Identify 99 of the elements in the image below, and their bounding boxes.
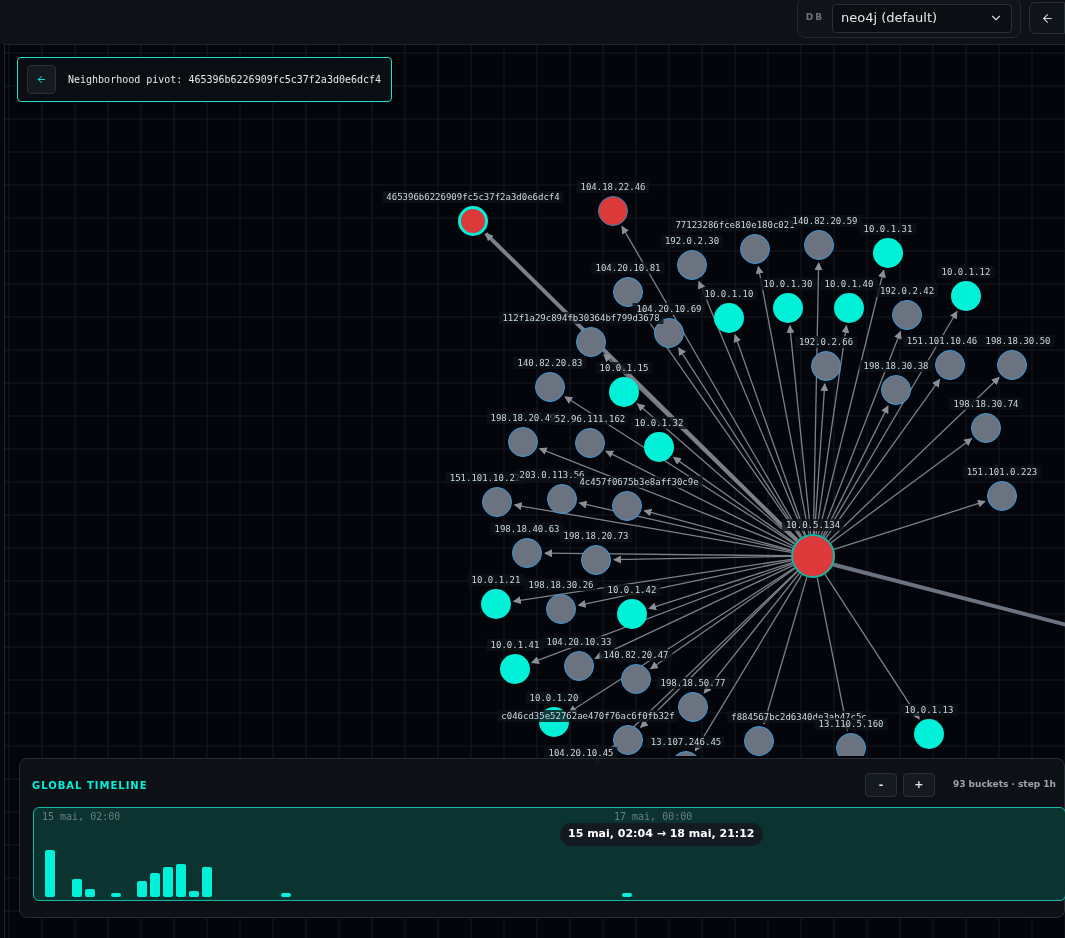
histogram-bar: [45, 850, 55, 897]
node-label: 104.18.22.46: [576, 181, 650, 193]
graph-node[interactable]: [714, 303, 744, 333]
graph-node[interactable]: [987, 481, 1017, 511]
graph-node[interactable]: [935, 350, 965, 380]
node-label: 10.0.1.12: [937, 266, 995, 278]
node-label: 151.101.0.223: [962, 466, 1042, 478]
histogram-bar: [72, 879, 82, 897]
zoom-in-button[interactable]: +: [902, 773, 935, 797]
histogram-bar: [176, 864, 186, 897]
node-label: 10.0.5.134: [781, 519, 845, 531]
node-label: 198.18.20.73: [559, 530, 633, 542]
node-label: 198.18.30.38: [859, 360, 933, 372]
axis-label: 17 mai, 00:00: [614, 810, 693, 824]
arrow-left-icon: [36, 74, 47, 85]
graph-node[interactable]: [914, 719, 944, 749]
node-label: 198.18.40.63: [490, 523, 564, 535]
graph-node[interactable]: [613, 277, 643, 307]
node-label: 198.18.30.26: [524, 579, 598, 591]
histogram-bar: [85, 889, 95, 897]
graph-node[interactable]: [881, 375, 911, 405]
graph-node[interactable]: [564, 651, 594, 681]
graph-node[interactable]: [834, 293, 864, 323]
node-label: 10.0.1.21: [467, 574, 525, 586]
timeline-title: GLOBAL TIMELINE: [32, 778, 148, 793]
graph-node[interactable]: [535, 372, 565, 402]
graph-node[interactable]: [500, 654, 530, 684]
graph-node[interactable]: [773, 293, 803, 323]
graph-node[interactable]: [892, 300, 922, 330]
graph-node[interactable]: [678, 692, 708, 722]
graph-node[interactable]: [951, 281, 981, 311]
graph-node[interactable]: [677, 250, 707, 280]
node-label: 140.82.20.47: [599, 649, 673, 661]
graph-node[interactable]: [508, 427, 538, 457]
node-label: 10.0.1.20: [525, 692, 583, 704]
node-label: 104.20.10.33: [542, 636, 616, 648]
node-label: 151.101.10.46: [902, 335, 982, 347]
node-label: 104.20.10.45: [544, 747, 618, 759]
histogram-bar: [202, 867, 212, 897]
histogram-bar: [281, 893, 291, 897]
graph-node[interactable]: [546, 594, 576, 624]
graph-node[interactable]: [598, 196, 628, 226]
node-label: 192.0.2.42: [875, 285, 939, 297]
graph-node[interactable]: [481, 589, 511, 619]
node-label: 10.0.1.10: [700, 288, 758, 300]
node-label: 192.0.2.30: [660, 235, 724, 247]
graph-node[interactable]: [744, 726, 774, 756]
graph-node[interactable]: [644, 432, 674, 462]
graph-node[interactable]: [512, 538, 542, 568]
node-label: 198.18.50.77: [656, 677, 730, 689]
histogram-bar: [622, 893, 632, 897]
node-label: c046cd35e52762ae470f76ac6f0fb32f: [497, 710, 679, 722]
bucket-info: 93 buckets · step 1h: [952, 778, 1056, 792]
graph-node[interactable]: [547, 484, 577, 514]
node-label: 192.0.2.66: [794, 336, 858, 348]
graph-node[interactable]: [575, 428, 605, 458]
node-label: 198.18.30.50: [981, 335, 1055, 347]
node-label: 140.82.20.83: [513, 357, 587, 369]
zoom-out-button[interactable]: -: [864, 773, 897, 797]
node-label: 465396b6226909fc5c37f2a3d0e6dcf4: [382, 191, 564, 203]
histogram-bar: [189, 891, 199, 897]
graph-node[interactable]: [581, 545, 611, 575]
node-label: 10.0.1.40: [820, 278, 878, 290]
arrow-left-icon: [1040, 11, 1054, 25]
axis-label: 15 mai, 02:00: [42, 810, 121, 824]
graph-node[interactable]: [997, 350, 1027, 380]
graph-node[interactable]: [971, 413, 1001, 443]
histogram-bar: [111, 893, 121, 897]
node-label: 198.18.30.74: [949, 398, 1023, 410]
node-label: 10.0.1.32: [630, 417, 688, 429]
histogram-bar: [150, 873, 160, 897]
node-label: 4c457f0675b3e8aff30c9e: [575, 476, 703, 488]
db-label: DB: [805, 11, 824, 25]
node-label: 10.0.1.42: [603, 584, 661, 596]
node-label: 13.107.246.45: [646, 736, 726, 748]
selection-range-badge: 15 mai, 02:04 → 18 mai, 21:12: [560, 823, 763, 846]
database-select[interactable]: neo4j (default): [832, 3, 1012, 33]
graph-node[interactable]: [613, 725, 643, 755]
graph-node[interactable]: [811, 351, 841, 381]
histogram-bar: [137, 881, 147, 897]
node-label: 10.0.1.30: [759, 278, 817, 290]
node-label: 10.0.1.31: [859, 223, 917, 235]
node-label: 10.0.1.41: [486, 639, 544, 651]
graph-node[interactable]: [617, 599, 647, 629]
graph-node[interactable]: [873, 238, 903, 268]
histogram-bar: [163, 867, 173, 897]
graph-node[interactable]: [576, 327, 606, 357]
graph-node[interactable]: [621, 664, 651, 694]
graph-node[interactable]: [740, 234, 770, 264]
node-label: 10.0.1.15: [595, 362, 653, 374]
graph-node[interactable]: [836, 733, 866, 756]
node-label: 104.20.10.81: [591, 262, 665, 274]
node-label: 10.0.1.13: [900, 704, 958, 716]
node-label: 112f1a29c894fb30364bf799d3678: [498, 312, 664, 324]
graph-node[interactable]: [804, 230, 834, 260]
graph-node[interactable]: [482, 487, 512, 517]
pivot-text: Neighborhood pivot: 465396b6226909fc5c37f2a3d0e6dcf4: [68, 73, 382, 87]
graph-node[interactable]: [612, 491, 642, 521]
graph-node[interactable]: [609, 377, 639, 407]
